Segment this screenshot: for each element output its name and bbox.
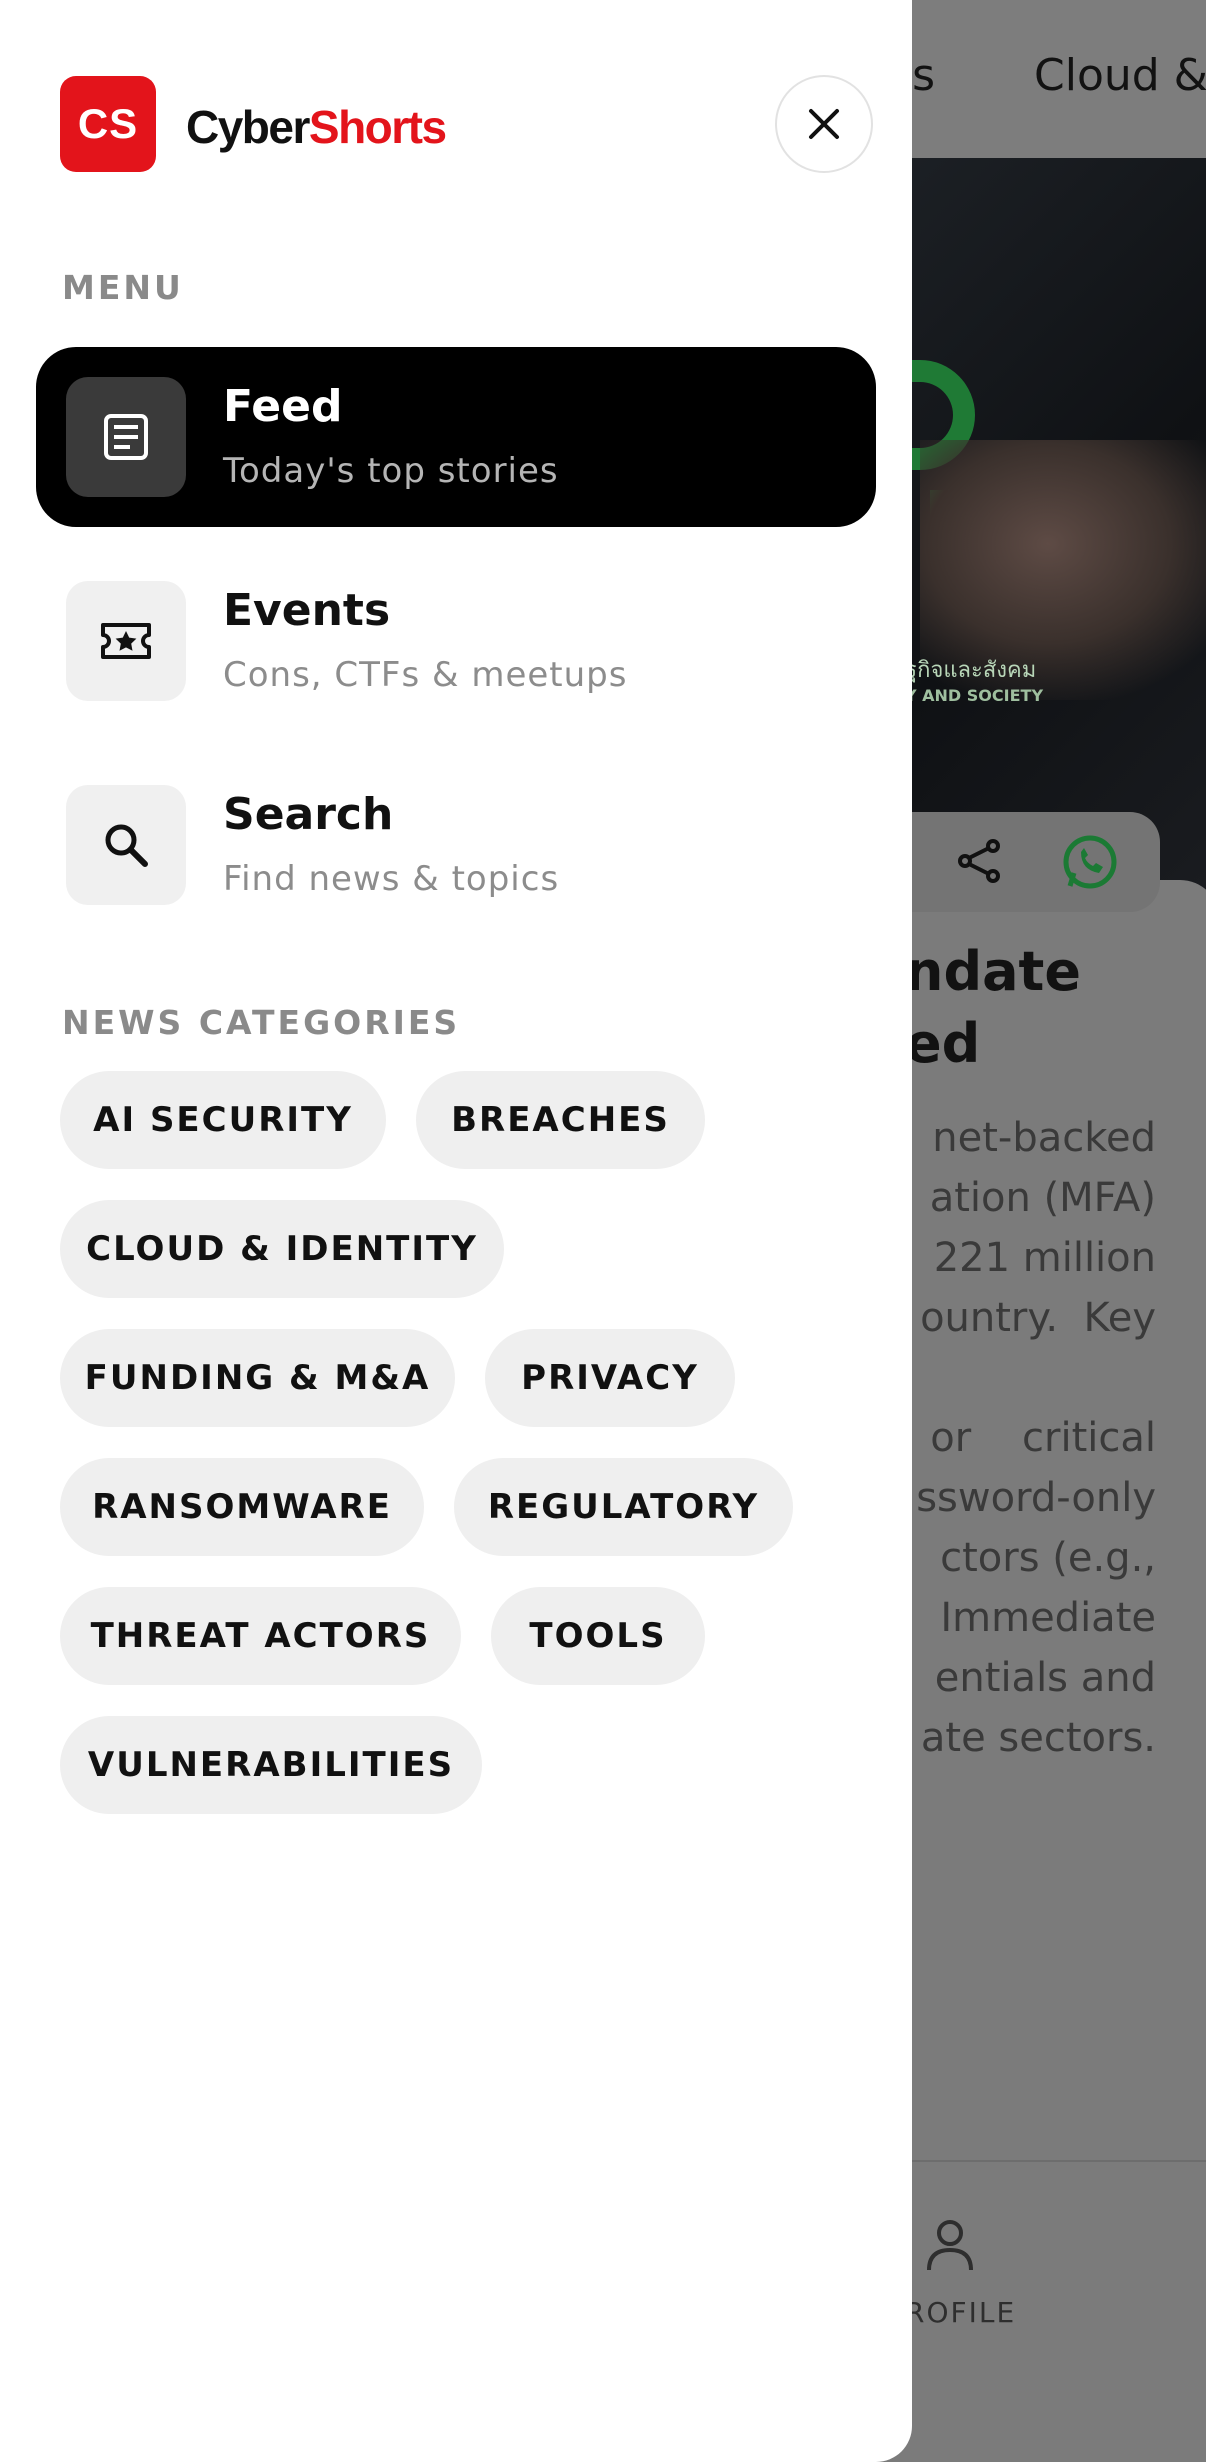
search-icon xyxy=(66,785,186,905)
menu-item-title: Events xyxy=(223,585,391,636)
menu-item-title: Feed xyxy=(223,381,343,432)
background-article-headline: ndate ed xyxy=(905,940,1081,1075)
close-icon xyxy=(809,109,839,139)
close-drawer-button[interactable] xyxy=(775,75,873,173)
share-icon xyxy=(958,839,1000,883)
profile-icon xyxy=(927,2220,973,2271)
category-chip-ransomware[interactable]: RANSOMWARE xyxy=(60,1458,424,1556)
menu-item-subtitle: Cons, CTFs & meetups xyxy=(223,655,628,695)
category-chip-cloud-identity[interactable]: CLOUD & IDENTITY xyxy=(60,1200,504,1298)
category-chip-ai-security[interactable]: AI SECURITY xyxy=(60,1071,386,1169)
background-nav-profile-label: ROFILE xyxy=(905,2296,1017,2329)
brand-name-part2: Shorts xyxy=(308,101,447,153)
category-chip-vulnerabilities[interactable]: VULNERABILITIES xyxy=(60,1716,482,1814)
background-hero-caption: ฐกิจและสังคม xyxy=(905,658,1037,683)
navigation-drawer: CS CyberShorts MENU Feed Today's top sto… xyxy=(0,0,912,2462)
menu-item-feed[interactable]: Feed Today's top stories xyxy=(36,347,876,527)
category-chip-regulatory[interactable]: REGULATORY xyxy=(454,1458,793,1556)
brand-name: CyberShorts xyxy=(186,100,447,154)
background-tab-cloud: Cloud & xyxy=(1034,50,1206,101)
background-article-body: net-backed ation (MFA) 221 million ountr… xyxy=(916,1115,1156,1761)
background-hero-caption-en: Y AND SOCIETY xyxy=(905,686,1044,705)
category-chip-breaches[interactable]: BREACHES xyxy=(416,1071,705,1169)
menu-item-search[interactable]: Search Find news & topics xyxy=(36,755,876,935)
menu-item-title: Search xyxy=(223,789,394,840)
brand-logo-badge: CS xyxy=(60,76,156,172)
menu-item-events[interactable]: Events Cons, CTFs & meetups xyxy=(36,551,876,731)
ticket-star-icon xyxy=(66,581,186,701)
category-chip-funding-ma[interactable]: FUNDING & M&A xyxy=(60,1329,455,1427)
category-chip-privacy[interactable]: PRIVACY xyxy=(485,1329,735,1427)
brand-name-part1: Cyber xyxy=(186,101,310,153)
whatsapp-icon xyxy=(1063,835,1117,889)
menu-item-subtitle: Find news & topics xyxy=(223,859,560,899)
category-chip-tools[interactable]: TOOLS xyxy=(491,1587,705,1685)
article-icon xyxy=(66,377,186,497)
category-chip-threat-actors[interactable]: THREAT ACTORS xyxy=(60,1587,461,1685)
menu-item-subtitle: Today's top stories xyxy=(223,451,559,491)
menu-section-label: MENU xyxy=(62,268,184,307)
categories-section-label: NEWS CATEGORIES xyxy=(62,1003,461,1042)
